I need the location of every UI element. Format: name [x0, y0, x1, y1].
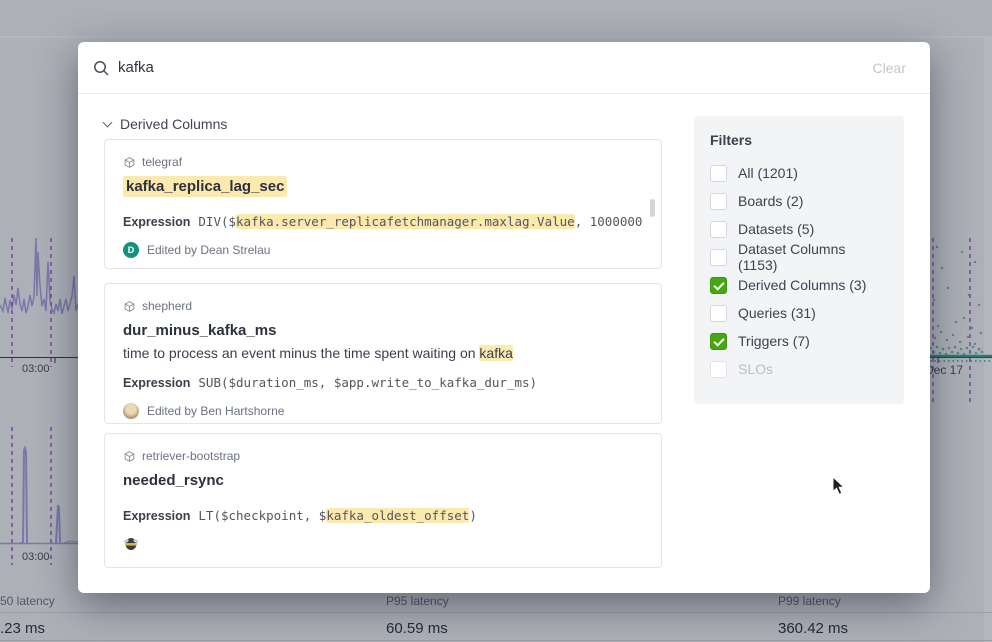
filter-label: Queries (31) — [738, 305, 816, 321]
expression-label: Expression — [123, 509, 190, 523]
edited-by-text: Edited by Dean Strelau — [147, 243, 270, 257]
edited-by-row — [123, 536, 643, 551]
filter-row-derived-columns[interactable]: Derived Columns (3) — [710, 271, 888, 299]
filter-row-datasets[interactable]: Datasets (5) — [710, 215, 888, 243]
expression-code: DIV($kafka.server_replicafetchmanager.ma… — [198, 214, 643, 229]
avatar — [123, 403, 139, 419]
filter-row-dataset-columns[interactable]: Dataset Columns (1153) — [710, 243, 888, 271]
expression-label: Expression — [123, 215, 190, 229]
result-card-needed-rsync[interactable]: retriever-bootstrap needed_rsync Express… — [104, 433, 662, 568]
section-header-derived-columns[interactable]: Derived Columns — [104, 116, 227, 132]
dataset-cube-icon — [123, 300, 136, 313]
search-icon — [92, 59, 110, 77]
result-card-dur-minus-kafka-ms[interactable]: shepherd dur_minus_kafka_ms time to proc… — [104, 283, 662, 424]
dataset-name: retriever-bootstrap — [142, 449, 240, 463]
checkbox-all[interactable] — [710, 165, 727, 182]
expression-row: Expression LT($checkpoint, $kafka_oldest… — [123, 508, 643, 523]
search-modal: Clear Derived Columns telegraf kafka_rep… — [78, 42, 930, 593]
edited-by-row: D Edited by Dean Strelau — [123, 242, 643, 258]
dataset-name: shepherd — [142, 299, 192, 313]
dataset-cube-icon — [123, 156, 136, 169]
result-title: needed_rsync — [123, 472, 643, 489]
result-card-kafka-replica-lag-sec[interactable]: telegraf kafka_replica_lag_sec Expressio… — [104, 139, 662, 269]
search-input[interactable] — [118, 59, 873, 76]
screen: 03:00 03:00 Dec 17 50 latency P95 latenc… — [0, 0, 992, 642]
filter-label: Triggers (7) — [738, 333, 810, 349]
dataset-row: telegraf — [123, 155, 643, 169]
search-bar: Clear — [78, 42, 930, 94]
result-description: time to process an event minus the time … — [123, 345, 643, 361]
result-title: dur_minus_kafka_ms — [123, 322, 643, 339]
filter-row-all[interactable]: All (1201) — [710, 159, 888, 187]
filter-row-slos[interactable]: SLOs — [710, 355, 888, 383]
filter-label: Dataset Columns (1153) — [738, 241, 888, 273]
checkbox-triggers[interactable] — [710, 333, 727, 350]
expression-row: Expression SUB($duration_ms, $app.write_… — [123, 375, 643, 390]
checkbox-derived-columns[interactable] — [710, 277, 727, 294]
checkbox-dataset-columns[interactable] — [710, 249, 727, 266]
expression-code: SUB($duration_ms, $app.write_to_kafka_du… — [198, 375, 537, 390]
filter-label: Datasets (5) — [738, 221, 814, 237]
dataset-name: telegraf — [142, 155, 182, 169]
chevron-down-icon — [103, 117, 113, 127]
filter-row-triggers[interactable]: Triggers (7) — [710, 327, 888, 355]
filters-title: Filters — [710, 132, 888, 148]
filter-label: All (1201) — [738, 165, 798, 181]
checkbox-datasets[interactable] — [710, 221, 727, 238]
bee-avatar-icon — [123, 536, 139, 551]
result-title: kafka_replica_lag_sec — [123, 178, 643, 195]
dataset-row: shepherd — [123, 299, 643, 313]
checkbox-slos[interactable] — [710, 361, 727, 378]
filter-row-queries[interactable]: Queries (31) — [710, 299, 888, 327]
filter-row-boards[interactable]: Boards (2) — [710, 187, 888, 215]
dataset-cube-icon — [123, 450, 136, 463]
checkbox-boards[interactable] — [710, 193, 727, 210]
expression-row: Expression DIV($kafka.server_replicafetc… — [123, 214, 643, 229]
filter-label: Derived Columns (3) — [738, 277, 866, 293]
filter-label: Boards (2) — [738, 193, 803, 209]
filter-label: SLOs — [738, 361, 773, 377]
dataset-row: retriever-bootstrap — [123, 449, 643, 463]
mouse-cursor — [832, 476, 846, 496]
expression-label: Expression — [123, 376, 190, 390]
clear-search-button[interactable]: Clear — [873, 60, 906, 76]
filters-panel: Filters All (1201) Boards (2) Datasets (… — [694, 116, 904, 404]
avatar: D — [123, 242, 139, 258]
expression-code: LT($checkpoint, $kafka_oldest_offset) — [198, 508, 476, 523]
edited-by-text: Edited by Ben Hartshorne — [147, 404, 284, 418]
edited-by-row: Edited by Ben Hartshorne — [123, 403, 643, 419]
checkbox-queries[interactable] — [710, 305, 727, 322]
results-scrollbar-thumb[interactable] — [650, 199, 655, 217]
